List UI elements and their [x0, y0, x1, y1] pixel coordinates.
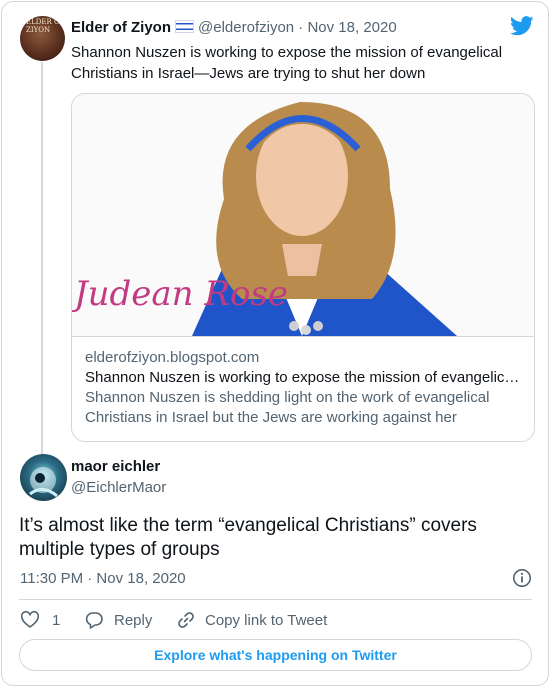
avatar-caption: ELDER OF ZIYON — [26, 18, 65, 34]
meta-separator: · — [298, 19, 304, 36]
israel-flag-icon — [175, 20, 195, 33]
copy-link-button[interactable]: Copy link to Tweet — [176, 610, 327, 630]
link-title[interactable]: Shannon Nuszen is working to expose the … — [85, 368, 521, 388]
heart-icon — [20, 610, 40, 628]
copy-link-label: Copy link to Tweet — [205, 611, 328, 629]
reply-bubble-icon — [85, 612, 103, 629]
link-domain: elderofziyon.blogspot.com — [85, 349, 260, 366]
avatar-art — [29, 467, 58, 498]
thread-connector-line — [41, 62, 43, 454]
link-preview-image: Judean Rose — [72, 94, 534, 337]
judean-rose-logo: Judean Rose — [74, 274, 289, 314]
tweet2-text: It’s almost like the term “evangelical C… — [19, 515, 477, 560]
author-handle[interactable]: @elderofziyon — [198, 19, 294, 36]
twitter-bird-icon[interactable] — [510, 16, 534, 36]
replier-name[interactable]: maor eichler — [71, 458, 160, 475]
link-icon — [178, 612, 194, 628]
reply-label: Reply — [114, 611, 153, 629]
link-preview-body: elderofziyon.blogspot.com Shannon Nuszen… — [72, 337, 534, 439]
maor-eichler-avatar[interactable] — [20, 454, 67, 501]
elder-of-ziyon-avatar[interactable]: ELDER OF ZIYON — [20, 16, 65, 61]
like-count: 1 — [52, 611, 61, 629]
link-description: Shannon Nuszen is shedding light on the … — [85, 389, 490, 426]
replier-handle[interactable]: @EichlerMaor — [71, 479, 166, 496]
action-divider — [19, 599, 532, 600]
like-button[interactable]: 1 — [20, 610, 60, 630]
tweet-timestamp[interactable]: 11:30 PM · Nov 18, 2020 — [20, 570, 186, 587]
tweet1-date[interactable]: Nov 18, 2020 — [307, 19, 396, 36]
author-name[interactable]: Elder of Ziyon — [71, 19, 171, 36]
embedded-tweet-card: ELDER OF ZIYON Elder of Ziyon @elderofziy… — [1, 1, 549, 686]
explore-twitter-button[interactable]: Explore what's happening on Twitter — [19, 639, 532, 671]
link-preview-card[interactable]: Judean Rose elderofziyon.blogspot.com Sh… — [71, 93, 535, 442]
tweet1-header: Elder of Ziyon @elderofziyon · Nov 18, 20… — [71, 19, 397, 36]
tweet1-text: Shannon Nuszen is working to expose the … — [71, 44, 503, 82]
info-icon[interactable] — [512, 568, 532, 588]
reply-button[interactable]: Reply — [84, 610, 152, 630]
